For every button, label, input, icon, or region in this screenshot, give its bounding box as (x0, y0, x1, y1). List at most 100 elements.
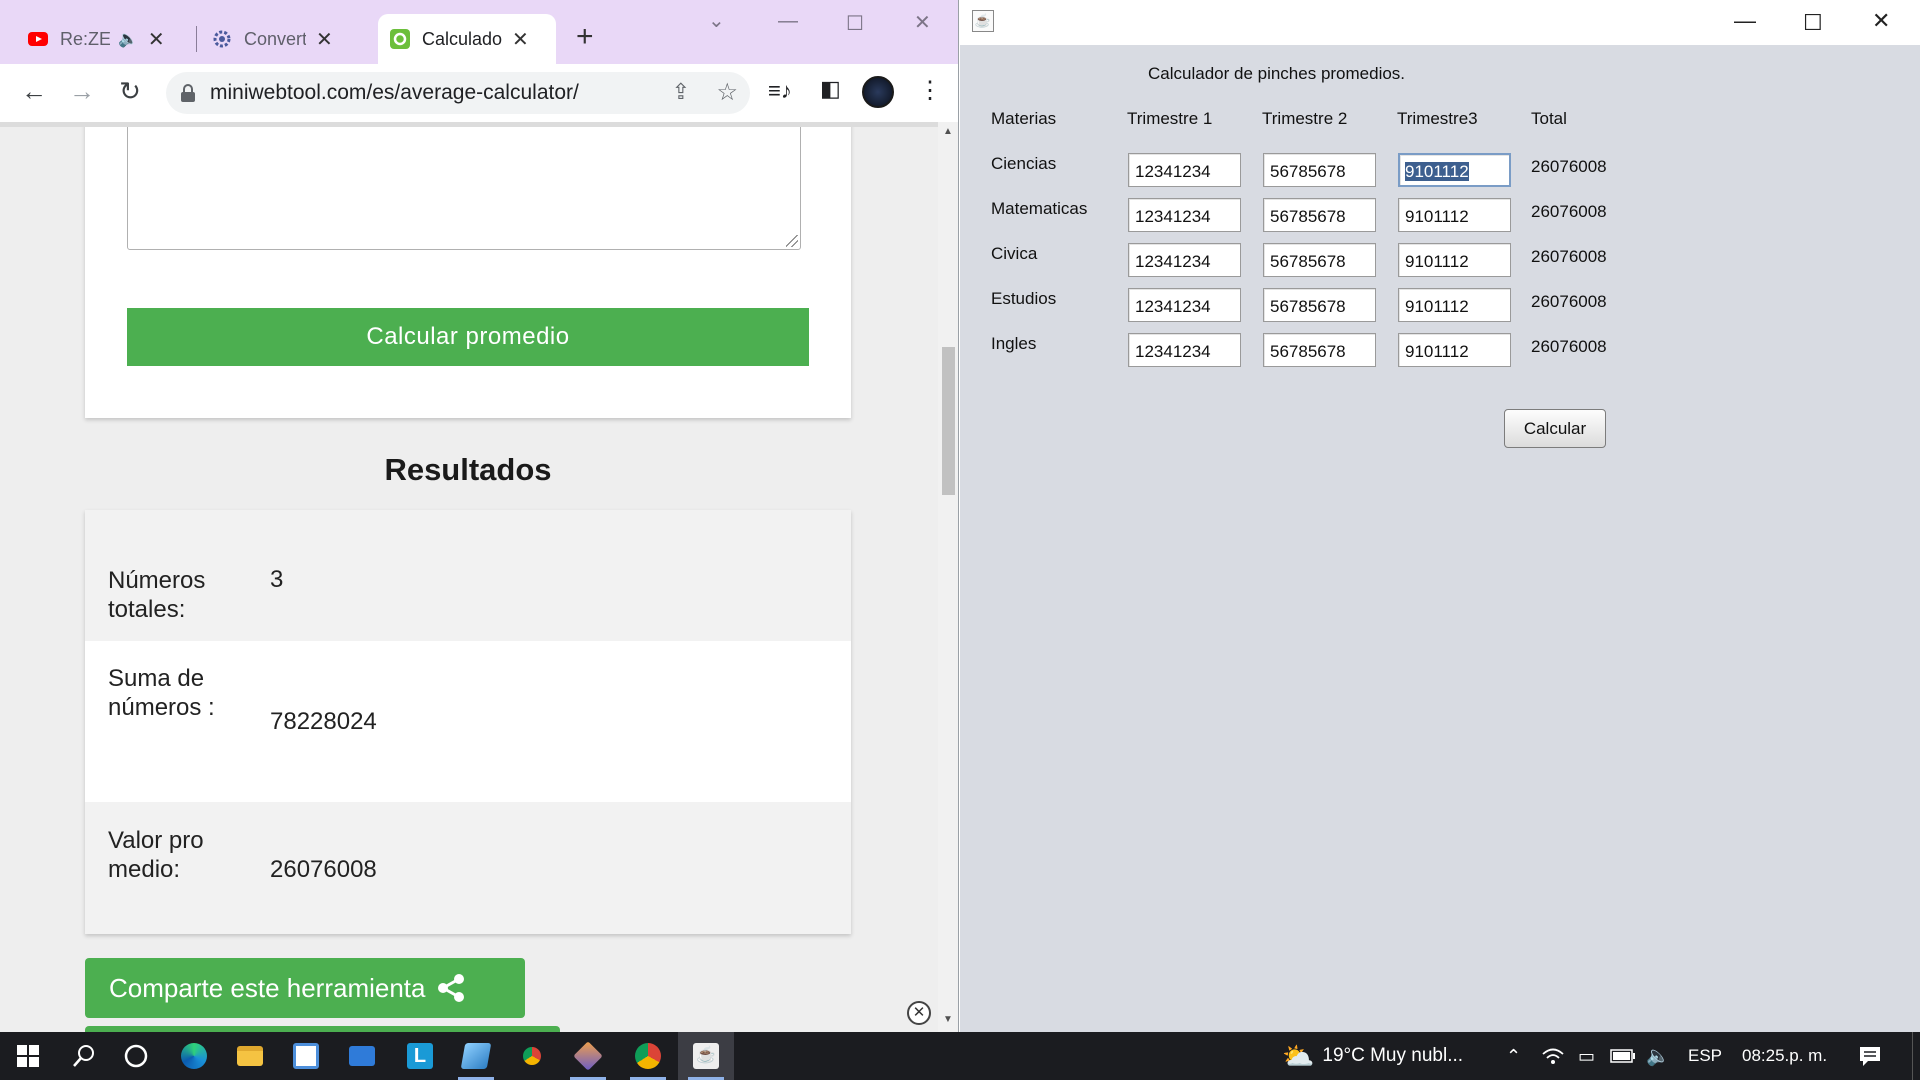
trimestre-2-field[interactable]: 56785678 (1263, 288, 1376, 322)
input-language[interactable]: ESP (1688, 1032, 1722, 1080)
share-nodes-icon (438, 974, 465, 1002)
back-icon[interactable]: ← (16, 76, 52, 107)
media-control-icon[interactable]: ≡♪ (768, 78, 792, 104)
notifications-icon[interactable] (1858, 1032, 1882, 1080)
browser-window: Re:ZERO 🔈 ✕ Convertir Unidades ✕ Calcula… (0, 0, 959, 1032)
trimestre-1-field[interactable]: 12341234 (1128, 288, 1241, 322)
meet-now-icon[interactable]: ▭ (1578, 1032, 1595, 1080)
trimestre-2-field[interactable]: 56785678 (1263, 153, 1376, 187)
mail-icon[interactable] (334, 1032, 390, 1080)
speaker-icon[interactable]: 🔈 (118, 29, 138, 49)
close-window-icon[interactable]: ✕ (914, 10, 931, 35)
trimestre-3-field[interactable]: 9101112 (1398, 243, 1511, 277)
calculate-average-button[interactable]: Calcular promedio (127, 308, 809, 366)
task-view-icon[interactable] (108, 1032, 164, 1080)
column-header-materias: Materias (991, 109, 1057, 128)
row-total: 26076008 (1531, 292, 1607, 311)
result-label: Valor promedio: (108, 827, 204, 883)
tab-calculador[interactable]: Calculador ✕ (378, 14, 556, 64)
tab-search-icon[interactable]: ⌄ (708, 8, 725, 33)
calculate-button[interactable]: Calcular (1504, 409, 1606, 448)
minimize-icon[interactable]: — (1734, 8, 1756, 34)
start-button[interactable] (0, 1032, 56, 1080)
volume-icon[interactable]: 🔈 (1646, 1032, 1670, 1080)
search-icon[interactable] (56, 1032, 112, 1080)
trimestre-1-field[interactable]: 12341234 (1128, 333, 1241, 367)
java-app-window: ☕ — ☐ ✕ Calculador de pinches promedios.… (960, 0, 1920, 1032)
weather-widget[interactable]: ⛅ 19°C Muy nubl... (1282, 1032, 1463, 1080)
numbers-textarea[interactable] (127, 122, 801, 250)
side-panel-icon[interactable]: ◧ (820, 76, 841, 102)
wifi-icon[interactable] (1542, 1032, 1564, 1080)
trimestre-1-field[interactable]: 12341234 (1128, 153, 1241, 187)
trimestre-3-field[interactable]: 9101112 (1398, 288, 1511, 322)
menu-kebab-icon[interactable]: ⋮ (918, 76, 942, 105)
column-header-trimestre-1: Trimestre 1 (1127, 109, 1213, 128)
row-total: 26076008 (1531, 337, 1607, 356)
trimestre-3-field[interactable]: 9101112 (1398, 153, 1511, 187)
close-window-icon[interactable]: ✕ (1872, 8, 1890, 34)
browser-toolbar: ← → ↻ miniwebtool.com/es/average-calcula… (0, 64, 958, 122)
address-bar[interactable]: miniwebtool.com/es/average-calculator/ ⇪… (166, 72, 750, 114)
trimestre-3-field[interactable]: 9101112 (1398, 333, 1511, 367)
trimestre-1-field[interactable]: 12341234 (1128, 198, 1241, 232)
results-heading: Resultados (384, 452, 552, 487)
maximize-icon[interactable]: ☐ (846, 11, 864, 36)
trimestre-2-field[interactable]: 56785678 (1263, 243, 1376, 277)
edge-icon[interactable] (166, 1032, 222, 1080)
subject-label: Ingles (991, 334, 1037, 353)
scroll-down-icon[interactable]: ▼ (943, 1014, 953, 1025)
store-icon[interactable] (278, 1032, 334, 1080)
trimestre-3-field[interactable]: 9101112 (1398, 198, 1511, 232)
close-tab-icon[interactable]: ✕ (512, 27, 529, 52)
resize-grip-icon[interactable] (786, 235, 798, 247)
calculator-gear-icon (390, 29, 410, 49)
java-app-taskbar-icon[interactable]: ☕ (678, 1032, 734, 1080)
profile-avatar[interactable] (862, 76, 894, 108)
share-icon[interactable]: ⇪ (672, 79, 690, 105)
trimestre-1-field[interactable]: 12341234 (1128, 243, 1241, 277)
weather-text: 19°C Muy nubl... (1322, 1045, 1464, 1066)
trimestre-2-field[interactable]: 56785678 (1263, 198, 1376, 232)
lock-icon (181, 84, 195, 102)
trimestre-2-field[interactable]: 56785678 (1263, 333, 1376, 367)
tab-convertir[interactable]: Convertir Unidades ✕ (200, 14, 368, 64)
show-desktop-button[interactable] (1912, 1032, 1920, 1080)
scroll-up-icon[interactable]: ▲ (943, 126, 953, 137)
forward-icon[interactable]: → (64, 76, 100, 107)
tab-rezero[interactable]: Re:ZERO 🔈 ✕ (16, 14, 186, 64)
cube-app-icon[interactable] (560, 1032, 616, 1080)
chrome-icon[interactable] (504, 1032, 560, 1080)
scroll-thumb[interactable] (942, 347, 955, 495)
close-tab-icon[interactable]: ✕ (316, 27, 333, 52)
page-scrollbar[interactable]: ▲ ▼ (938, 122, 958, 1032)
notes-app-icon[interactable] (448, 1032, 504, 1080)
tab-strip: Re:ZERO 🔈 ✕ Convertir Unidades ✕ Calcula… (0, 0, 958, 64)
battery-icon[interactable] (1610, 1032, 1636, 1080)
file-explorer-icon[interactable] (222, 1032, 278, 1080)
tab-title: Re:ZERO (60, 28, 110, 49)
result-value: 78228024 (270, 708, 377, 735)
column-header-trimestre-3: Trimestre3 (1397, 109, 1478, 128)
clock[interactable]: 08:25.p. m. (1742, 1032, 1827, 1080)
subject-label: Civica (991, 244, 1038, 263)
result-value: 3 (270, 566, 284, 593)
new-tab-button[interactable]: + (576, 20, 594, 54)
page-top-strip (0, 122, 938, 127)
bookmark-star-icon[interactable]: ☆ (716, 78, 738, 107)
chrome-running-icon[interactable] (620, 1032, 676, 1080)
maximize-icon[interactable]: ☐ (1803, 10, 1823, 36)
reload-icon[interactable]: ↻ (112, 76, 148, 107)
subject-label: Ciencias (991, 154, 1057, 173)
share-tool-button[interactable]: Comparte este herramienta (85, 958, 525, 1018)
close-tab-icon[interactable]: ✕ (148, 27, 165, 52)
close-ad-icon[interactable]: ✕ (907, 1001, 931, 1025)
subject-label: Matematicas (991, 199, 1088, 218)
minimize-icon[interactable]: — (778, 10, 798, 33)
java-cup-icon: ☕ (972, 10, 994, 32)
app-heading: Calculador de pinches promedios. (1148, 64, 1406, 83)
gear-icon (213, 30, 231, 48)
share-button-label: Comparte este herramienta (109, 972, 426, 1003)
show-hidden-icons-chevron-icon[interactable]: ⌃ (1506, 1032, 1521, 1080)
l-app-icon[interactable]: L (392, 1032, 448, 1080)
